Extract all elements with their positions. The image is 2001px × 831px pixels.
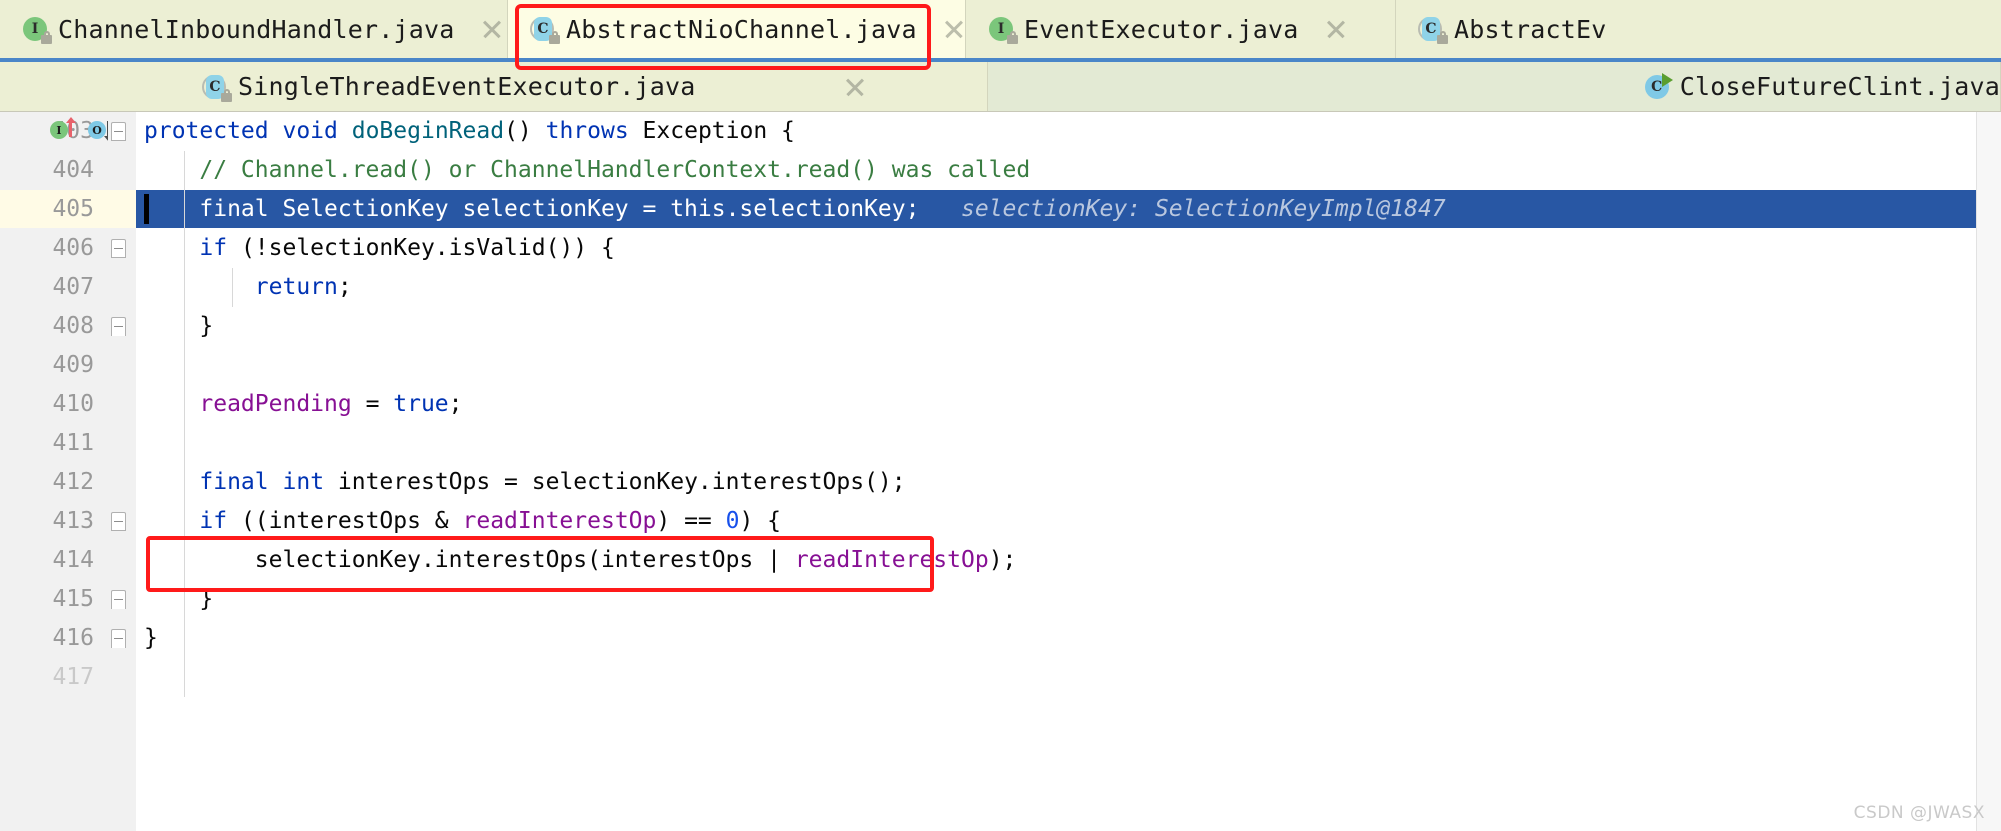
lock-icon bbox=[1007, 31, 1018, 44]
editor-tab-bar-row-2[interactable]: C SingleThreadEventExecutor.java C Close… bbox=[0, 62, 2001, 112]
fold-marker-415[interactable] bbox=[111, 590, 126, 609]
tab-row2-leading-gap bbox=[0, 62, 180, 111]
tab-single-thread-event-executor[interactable]: C SingleThreadEventExecutor.java bbox=[180, 62, 988, 111]
tab-abstract-nio-channel[interactable]: C AbstractNioChannel.java bbox=[508, 0, 966, 58]
tab-channel-inbound-handler[interactable]: I ChannelInboundHandler.java bbox=[0, 0, 508, 58]
tab-label: ChannelInboundHandler.java bbox=[58, 14, 455, 44]
token-keyword: if bbox=[199, 235, 228, 261]
code-fold-column[interactable] bbox=[108, 112, 136, 831]
tab-label: CloseFutureClint.java bbox=[1679, 72, 2000, 101]
token-keyword: if bbox=[199, 508, 228, 534]
token-keyword: final bbox=[199, 469, 269, 495]
token-field: readInterestOp bbox=[794, 547, 989, 573]
close-icon[interactable] bbox=[1325, 18, 1347, 40]
line-number: 409 bbox=[52, 352, 94, 378]
token-keyword: true bbox=[393, 391, 449, 417]
fold-marker-406[interactable] bbox=[111, 239, 126, 258]
line-number: 415 bbox=[52, 586, 94, 612]
tab-label: EventExecutor.java bbox=[1024, 14, 1299, 44]
line-number: 410 bbox=[52, 391, 94, 417]
interface-icon: I bbox=[988, 16, 1018, 44]
lock-icon bbox=[221, 88, 232, 102]
token-method: doBeginRead bbox=[351, 118, 505, 144]
tab-label: AbstractEv bbox=[1454, 14, 1607, 44]
line-number: 416 bbox=[52, 625, 94, 651]
editor-tab-bar-row-1[interactable]: I ChannelInboundHandler.java C AbstractN… bbox=[0, 0, 2001, 62]
code-line-410[interactable]: readPending = true; bbox=[144, 385, 462, 423]
token-keyword: return bbox=[254, 274, 338, 300]
fold-marker-403[interactable] bbox=[111, 122, 126, 141]
token-keyword: void bbox=[282, 118, 338, 144]
code-line-407[interactable]: return; bbox=[144, 268, 352, 306]
abstract-class-icon: C bbox=[530, 16, 560, 44]
tab-label: SingleThreadEventExecutor.java bbox=[238, 72, 696, 101]
line-number: 417 bbox=[52, 664, 94, 690]
interface-icon: I bbox=[22, 16, 52, 44]
line-number: 413 bbox=[52, 508, 94, 534]
line-number: 406 bbox=[52, 235, 94, 261]
code-line-406[interactable]: if (!selectionKey.isValid()) { bbox=[144, 229, 614, 267]
code-line-404[interactable]: // Channel.read() or ChannelHandlerConte… bbox=[144, 151, 1030, 189]
run-arrow-icon bbox=[1661, 72, 1673, 87]
code-line-408[interactable]: } bbox=[144, 307, 213, 345]
tab-event-executor[interactable]: I EventExecutor.java bbox=[966, 0, 1396, 58]
code-line-415[interactable]: } bbox=[144, 580, 213, 618]
tab-label: AbstractNioChannel.java bbox=[566, 14, 917, 44]
fold-marker-416[interactable] bbox=[111, 629, 126, 648]
code-content-area[interactable]: protected void doBeginRead() throws Exce… bbox=[136, 112, 2001, 831]
line-number: 414 bbox=[52, 547, 94, 573]
code-line-405[interactable]: final SelectionKey selectionKey = this.s… bbox=[144, 190, 1446, 228]
token-keyword: int bbox=[282, 469, 325, 495]
code-line-416[interactable]: } bbox=[144, 619, 158, 657]
inline-debugger-hint: selectionKey: SelectionKeyImpl@1847 bbox=[919, 196, 1446, 222]
code-line-413[interactable]: if ((interestOps & readInterestOp) == 0)… bbox=[144, 502, 781, 540]
lock-icon bbox=[549, 31, 560, 44]
runnable-class-icon: C bbox=[1644, 72, 1673, 100]
abstract-class-icon: C bbox=[202, 74, 232, 102]
arrow-up-icon bbox=[65, 117, 76, 137]
editor-scrollbar-stripe[interactable] bbox=[1976, 112, 2001, 831]
code-line-403[interactable]: protected void doBeginRead() throws Exce… bbox=[144, 112, 795, 150]
line-number: 408 bbox=[52, 313, 94, 339]
current-line-fold-highlight bbox=[108, 190, 136, 228]
line-number: 411 bbox=[52, 430, 94, 456]
code-line-414[interactable]: selectionKey.interestOps(interestOps | r… bbox=[144, 541, 1017, 579]
lock-icon bbox=[41, 31, 52, 44]
line-number: 412 bbox=[52, 469, 94, 495]
token-number: 0 bbox=[725, 508, 740, 534]
token-field: readPending bbox=[199, 391, 352, 417]
close-icon[interactable] bbox=[943, 18, 965, 40]
implementing-method-marker[interactable]: I bbox=[50, 117, 76, 141]
line-number: 405 bbox=[52, 196, 94, 222]
token-comment: // Channel.read() or ChannelHandlerConte… bbox=[199, 157, 1031, 183]
implementing-method-icon-glyph: I bbox=[50, 121, 68, 139]
token-keyword: protected bbox=[144, 118, 269, 144]
fold-marker-413[interactable] bbox=[111, 512, 126, 531]
watermark-text: CSDN @JWASX bbox=[1853, 803, 1985, 823]
overriding-method-marker[interactable]: O bbox=[88, 121, 114, 142]
tab-close-future-clint[interactable]: C CloseFutureClint.java bbox=[988, 62, 2001, 111]
line-number: 407 bbox=[52, 274, 94, 300]
lock-icon bbox=[1437, 31, 1448, 44]
close-icon[interactable] bbox=[844, 76, 866, 98]
tab-bar-filler bbox=[1620, 0, 2001, 58]
abstract-class-icon: C bbox=[1418, 16, 1448, 44]
tab-abstract-event-partial[interactable]: C AbstractEv bbox=[1396, 0, 1621, 58]
close-icon[interactable] bbox=[481, 18, 503, 40]
fold-marker-408[interactable] bbox=[111, 317, 126, 336]
code-editor[interactable]: 403 404 405 406 407 408 409 410 411 412 … bbox=[0, 112, 2001, 831]
token-selected-code: final SelectionKey selectionKey = this.s… bbox=[199, 196, 920, 222]
token-keyword: throws bbox=[545, 118, 629, 144]
line-number: 404 bbox=[52, 157, 94, 183]
code-line-412[interactable]: final int interestOps = selectionKey.int… bbox=[144, 463, 905, 501]
editor-gutter[interactable]: 403 404 405 406 407 408 409 410 411 412 … bbox=[0, 112, 114, 831]
token-field: readInterestOp bbox=[462, 508, 657, 534]
